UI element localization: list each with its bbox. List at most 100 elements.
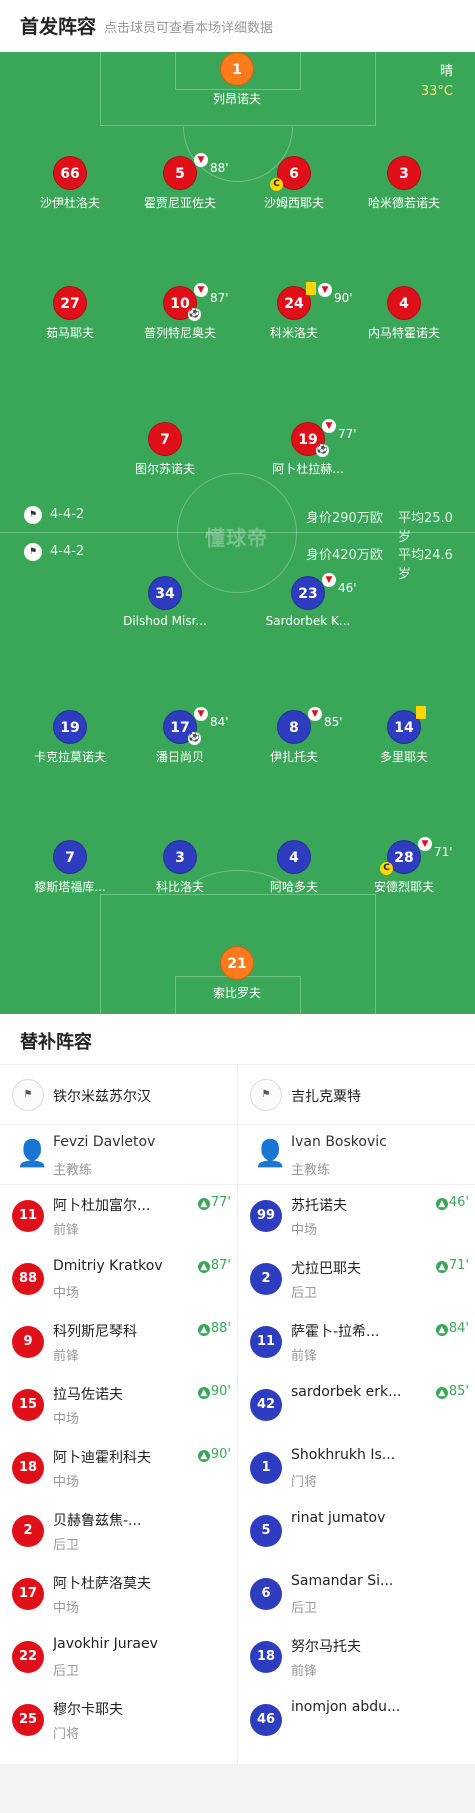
- away-coach-row[interactable]: 👤 Ivan Boskovic 主教练: [238, 1125, 475, 1185]
- sub-in-minute: 90': [210, 1384, 231, 1399]
- sub-player-row[interactable]: 18 努尔马托夫 前锋: [238, 1626, 475, 1689]
- sub-player-row[interactable]: 11 萨霍卜-拉希... 前锋 ▲ 84': [238, 1311, 475, 1374]
- home-coach-row[interactable]: 👤 Fevzi Davletov 主教练: [0, 1125, 237, 1185]
- sub-in-indicator: ▲ 90': [197, 1384, 231, 1399]
- sub-player-row[interactable]: 6 Samandar Si... 后卫: [238, 1563, 475, 1626]
- sub-player-name: Samandar Si...: [291, 1573, 394, 1589]
- sub-player-row[interactable]: 22 Javokhir Juraev 后卫: [0, 1626, 237, 1689]
- sub-in-indicator: ▲ 87': [197, 1258, 231, 1273]
- away-team-summary: ⚑ 4-4-2 身价420万欧 平均24.6岁: [24, 541, 454, 582]
- player-home-mid-4[interactable]: 4 内马特霍诺夫: [339, 286, 469, 341]
- sub-in-indicator: ▲ 84': [435, 1321, 469, 1336]
- sub-player-row[interactable]: 1 Shokhrukh Is... 门将: [238, 1437, 475, 1500]
- player-number: 4: [277, 840, 311, 874]
- sub-player-number: 2: [250, 1263, 282, 1295]
- home-team-row[interactable]: ⚑ 铁尔米兹苏尔汉: [0, 1065, 237, 1125]
- sub-in-minute: 88': [210, 1321, 231, 1336]
- away-market-value: 身价420万欧: [306, 548, 383, 563]
- sub-minute: 71': [434, 845, 453, 859]
- sub-player-number: 2: [12, 1515, 44, 1547]
- sub-in-arrow-icon: ▲: [197, 1324, 210, 1336]
- sub-player-name: Shokhrukh Is...: [291, 1447, 396, 1463]
- sub-player-position: 后卫: [53, 1538, 80, 1553]
- player-home-mid-2[interactable]: 10 ▼ 87' ⚽ 普列特尼奥夫: [115, 283, 245, 341]
- player-away-def-4[interactable]: 28 ▼ 71' C 安德烈耶夫: [339, 837, 469, 895]
- away-subs-list: 99 苏托诺夫 中场 ▲ 46' 2 尤拉巴耶夫 后卫 ▲ 71' 11 萨霍卜-拉希... 前锋 ▲ 84…: [238, 1185, 475, 1752]
- sub-player-number: 25: [12, 1704, 44, 1736]
- player-number: 28: [394, 850, 414, 866]
- sub-player-row[interactable]: 42 sardorbek erk... ▲ 85': [238, 1374, 475, 1437]
- sub-in-arrow-icon: ▲: [197, 1450, 210, 1462]
- player-away-fw-1[interactable]: 34 Dilshod Misr...: [100, 576, 230, 628]
- sub-player-row[interactable]: 2 贝赫鲁兹焦-... 后卫: [0, 1500, 237, 1563]
- sub-player-row[interactable]: 46 inomjon abdu...: [238, 1689, 475, 1752]
- sub-player-row[interactable]: 2 尤拉巴耶夫 后卫 ▲ 71': [238, 1248, 475, 1311]
- player-number: 7: [53, 840, 87, 874]
- weather: 晴 33°C: [421, 62, 453, 102]
- player-number: 4: [387, 286, 421, 320]
- sub-player-row[interactable]: 15 拉马佐诺夫 中场 ▲ 90': [0, 1374, 237, 1437]
- player-home-gk[interactable]: 1 列昂诺夫: [172, 52, 302, 107]
- sub-in-indicator: ▲ 88': [197, 1321, 231, 1336]
- player-home-def-2[interactable]: 5 ▼ 88' 霍贾尼亚佐夫: [115, 153, 245, 211]
- home-market-value: 身价290万欧: [306, 511, 383, 526]
- player-away-mid-2[interactable]: 17 ▼ 84' ⚽ 潘日尚贝: [115, 707, 245, 765]
- away-team-row[interactable]: ⚑ 吉扎克粟特: [238, 1065, 475, 1125]
- player-home-fw-1[interactable]: 7 图尔苏诺夫: [100, 422, 230, 477]
- player-name: Dilshod Misr...: [123, 614, 207, 628]
- sub-in-minute: 77': [210, 1195, 231, 1210]
- sub-player-number: 9: [12, 1326, 44, 1358]
- sub-in-arrow-icon: ▲: [435, 1387, 448, 1399]
- player-away-gk[interactable]: 21 索比罗夫: [172, 946, 302, 1001]
- lineup-header: 首发阵容 点击球员可查看本场详细数据: [0, 0, 475, 52]
- sub-player-number: 18: [250, 1641, 282, 1673]
- sub-player-row[interactable]: 99 苏托诺夫 中场 ▲ 46': [238, 1185, 475, 1248]
- home-team-name: 铁尔米兹苏尔汉: [53, 1089, 151, 1105]
- sub-player-name: 科列斯尼琴科: [53, 1324, 137, 1340]
- player-away-def-2[interactable]: 3 科比洛夫: [115, 840, 245, 895]
- sub-out-icon: ▼: [318, 283, 332, 297]
- sub-in-arrow-icon: ▲: [197, 1387, 210, 1399]
- player-number: 6: [289, 166, 299, 182]
- player-home-fw-2[interactable]: 19 ▼ 77' ⚽ 阿卜杜拉赫...: [243, 419, 373, 477]
- player-number: 7: [148, 422, 182, 456]
- player-number: 23: [298, 586, 318, 602]
- sub-minute: 84': [210, 715, 229, 729]
- sub-in-arrow-icon: ▲: [197, 1198, 210, 1210]
- sub-in-arrow-icon: ▲: [197, 1261, 210, 1273]
- player-name: 普列特尼奥夫: [143, 326, 216, 340]
- sub-player-row[interactable]: 11 阿卜杜加富尔... 前锋 ▲ 77': [0, 1185, 237, 1248]
- sub-player-row[interactable]: 18 阿卜迪霍利科夫 中场 ▲ 90': [0, 1437, 237, 1500]
- sub-player-position: 中场: [291, 1223, 318, 1238]
- sub-player-number: 11: [12, 1200, 44, 1232]
- sub-player-name: 努尔马托夫: [291, 1639, 361, 1655]
- sub-in-minute: 84': [448, 1321, 469, 1336]
- goal-ball-icon: ⚽: [316, 444, 329, 457]
- sub-player-row[interactable]: 25 穆尔卡耶夫 门将: [0, 1689, 237, 1752]
- coach-name: Fevzi Davletov: [53, 1134, 156, 1150]
- sub-player-row[interactable]: 5 rinat jumatov: [238, 1500, 475, 1563]
- sub-out-icon: ▼: [194, 283, 208, 297]
- yellow-card-icon: [306, 282, 316, 295]
- player-home-def-4[interactable]: 3 哈米德若诺夫: [339, 156, 469, 211]
- sub-in-minute: 46': [448, 1195, 469, 1210]
- sub-player-row[interactable]: 9 科列斯尼琴科 前锋 ▲ 88': [0, 1311, 237, 1374]
- sub-in-indicator: ▲ 85': [435, 1384, 469, 1399]
- sub-player-position: 前锋: [53, 1349, 80, 1364]
- player-away-mid-4[interactable]: 14 多里耶夫: [339, 706, 469, 765]
- sub-player-number: 11: [250, 1326, 282, 1358]
- sub-player-number: 99: [250, 1200, 282, 1232]
- sub-in-indicator: ▲ 71': [435, 1258, 469, 1273]
- sub-player-row[interactable]: 88 Dmitriy Kratkov 中场 ▲ 87': [0, 1248, 237, 1311]
- home-team-summary: ⚑ 4-4-2 身价290万欧 平均25.0岁: [24, 504, 454, 545]
- player-away-fw-2[interactable]: 23 ▼ 46' Sardorbek K...: [243, 573, 373, 628]
- coach-role: 主教练: [291, 1163, 331, 1178]
- player-name: 阿卜杜拉赫...: [272, 462, 344, 476]
- sub-in-indicator: ▲ 90': [197, 1447, 231, 1462]
- sub-in-indicator: ▲ 46': [435, 1195, 469, 1210]
- sub-player-position: 门将: [53, 1727, 80, 1742]
- sub-player-row[interactable]: 17 阿卜杜萨洛莫夫 中场: [0, 1563, 237, 1626]
- player-name: 多里耶夫: [379, 750, 428, 764]
- sub-player-name: Dmitriy Kratkov: [53, 1258, 163, 1274]
- sub-minute: 87': [210, 291, 229, 305]
